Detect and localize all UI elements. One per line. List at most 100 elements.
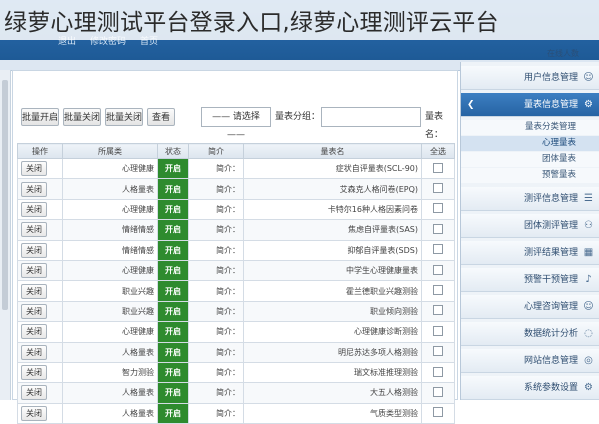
row-status-badge: 开启 — [157, 239, 189, 261]
scale-name-input[interactable] — [321, 107, 421, 127]
row-checkbox[interactable] — [433, 183, 443, 194]
row-category: 职业兴趣 — [62, 300, 158, 323]
table-row: 关闭 心理健康 开启 简介： 心理健康诊断测验 — [17, 321, 455, 343]
sidebar-item-7[interactable]: 数据统计分析 ◌ — [461, 322, 599, 346]
row-scale-name[interactable]: 焦虑自评量表(SAS) — [243, 219, 422, 241]
row-category: 心理健康 — [62, 259, 158, 282]
sidebar-subitem-2[interactable]: 团体量表 — [461, 152, 599, 167]
close-row-button[interactable]: 关闭 — [21, 344, 47, 360]
sidebar-item-3[interactable]: 团体测评管理 ⚇ — [461, 214, 599, 238]
sidebar-subitem-3[interactable]: 预警量表 — [461, 168, 599, 183]
close-row-button[interactable]: 关闭 — [21, 324, 47, 340]
table-row: 关闭 人格量表 开启 简介： 艾森克人格问卷(EPQ) — [17, 178, 455, 200]
category-select[interactable]: —— 请选择 —— — [201, 107, 271, 140]
sidebar-subitem-1[interactable]: 心理量表 — [461, 136, 599, 151]
sidebar-item-8[interactable]: 网站信息管理 ◎ — [461, 349, 599, 373]
row-scale-name[interactable]: 症状自评量表(SCL-90) — [243, 157, 422, 180]
row-scale-name[interactable]: 气质类型测验 — [243, 402, 422, 424]
sidebar-item-5[interactable]: 预警干预管理 ♪ — [461, 268, 599, 292]
row-category: 人格量表 — [62, 402, 158, 424]
row-scale-name[interactable]: 大五人格测验 — [243, 382, 422, 404]
close-row-button[interactable]: 关闭 — [21, 242, 47, 258]
row-checkbox[interactable] — [433, 162, 443, 173]
row-scale-name[interactable]: 瑞文标准推理测验 — [243, 361, 422, 384]
col-header-desc: 简介 — [188, 143, 244, 159]
row-category: 人格量表 — [62, 341, 158, 363]
row-action-cell: 关闭 — [17, 157, 63, 180]
row-checkbox[interactable] — [433, 223, 443, 234]
row-status-badge: 开启 — [157, 361, 189, 384]
chat-icon: ◌ — [584, 328, 593, 339]
row-checkbox[interactable] — [433, 346, 443, 357]
view-button[interactable]: 查看 — [147, 108, 175, 126]
row-checkbox[interactable] — [433, 203, 443, 214]
row-scale-name[interactable]: 职业倾向测验 — [243, 300, 422, 323]
row-scale-name[interactable]: 心理健康诊断测验 — [243, 321, 422, 343]
row-checkbox[interactable] — [433, 264, 443, 275]
close-row-button[interactable]: 关闭 — [21, 222, 47, 238]
row-checkbox-cell — [421, 219, 455, 241]
row-checkbox[interactable] — [433, 305, 443, 316]
sidebar-subitem-0[interactable]: 量表分类管理 — [461, 120, 599, 135]
row-status-badge: 开启 — [157, 300, 189, 323]
close-row-button[interactable]: 关闭 — [21, 283, 47, 299]
close-row-button[interactable]: 关闭 — [21, 365, 47, 381]
sidebar-item-6[interactable]: 心理咨询管理 ☺ — [461, 295, 599, 319]
row-scale-name[interactable]: 抑郁自评量表(SDS) — [243, 239, 422, 261]
row-scale-name[interactable]: 霍兰德职业兴趣测验 — [243, 280, 422, 302]
close-row-button[interactable]: 关闭 — [21, 385, 47, 401]
row-action-cell: 关闭 — [17, 178, 63, 200]
row-checkbox[interactable] — [433, 285, 443, 296]
row-checkbox[interactable] — [433, 386, 443, 397]
online-user-label: 在线人数 — [547, 49, 579, 58]
sidebar-item-4[interactable]: 测评结果管理 ▦ — [461, 241, 599, 265]
row-desc: 简介： — [188, 300, 244, 323]
row-status-badge: 开启 — [157, 178, 189, 200]
close-row-button[interactable]: 关闭 — [21, 303, 47, 319]
row-desc: 简介： — [188, 198, 244, 221]
sidebar-item-9[interactable]: 系统参数设置 ⚙ — [461, 376, 599, 400]
batch-close-button[interactable]: 批量关闭 — [63, 108, 101, 126]
row-scale-name[interactable]: 艾森克人格问卷(EPQ) — [243, 178, 422, 200]
row-checkbox-cell — [421, 300, 455, 323]
close-row-button[interactable]: 关闭 — [21, 263, 47, 279]
row-status-badge: 开启 — [157, 402, 189, 424]
row-desc: 简介： — [188, 280, 244, 302]
row-checkbox[interactable] — [433, 407, 443, 418]
close-row-button[interactable]: 关闭 — [21, 405, 47, 421]
row-action-cell: 关闭 — [17, 280, 63, 302]
sidebar-item-0[interactable]: 用户信息管理 ☺ — [461, 66, 599, 90]
row-scale-name[interactable]: 中学生心理健康量表 — [243, 259, 422, 282]
row-scale-name[interactable]: 明尼苏达多项人格测验 — [243, 341, 422, 363]
close-row-button[interactable]: 关闭 — [21, 181, 47, 197]
row-category: 情绪情感 — [62, 219, 158, 241]
row-checkbox-cell — [421, 361, 455, 384]
batch-open-button[interactable]: 批量开启 — [21, 108, 59, 126]
close-row-button[interactable]: 关闭 — [21, 161, 47, 177]
batch-close-button-2[interactable]: 批量关闭 — [105, 108, 143, 126]
scale-table: 操作 所属类 状态 简介 量表名 全选 关闭 心理健康 开启 简介： 症状自评量表(SC… — [17, 143, 455, 424]
row-checkbox[interactable] — [433, 325, 443, 336]
sidebar-item-label: 团体测评管理 — [523, 221, 578, 231]
row-action-cell: 关闭 — [17, 219, 63, 241]
col-header-select-all[interactable]: 全选 — [421, 143, 455, 159]
row-checkbox-cell — [421, 382, 455, 404]
row-checkbox[interactable] — [433, 366, 443, 377]
row-checkbox[interactable] — [433, 244, 443, 255]
sidebar-item-2[interactable]: 测评信息管理 ☰ — [461, 187, 599, 211]
row-scale-name[interactable]: 卡特尔16种人格因素问卷 — [243, 198, 422, 221]
page-title-overlay: 绿萝心理测试平台登录入口,绿萝心理测评云平台 — [0, 0, 599, 40]
scrollbar[interactable] — [0, 70, 11, 400]
table-row: 关闭 人格量表 开启 简介： 明尼苏达多项人格测验 — [17, 341, 455, 363]
row-category: 人格量表 — [62, 178, 158, 200]
clipboard-icon: ☰ — [584, 193, 593, 204]
row-status-badge: 开启 — [157, 280, 189, 302]
row-desc: 简介： — [188, 259, 244, 282]
table-row: 关闭 人格量表 开启 简介： 气质类型测验 — [17, 402, 455, 424]
sidebar-item-1[interactable]: ❮ 量表信息管理 ⚙ — [461, 93, 599, 117]
row-checkbox-cell — [421, 280, 455, 302]
group-icon: ⚇ — [584, 220, 593, 231]
close-row-button[interactable]: 关闭 — [21, 201, 47, 217]
scrollbar-thumb[interactable] — [2, 80, 8, 310]
row-checkbox-cell — [421, 341, 455, 363]
